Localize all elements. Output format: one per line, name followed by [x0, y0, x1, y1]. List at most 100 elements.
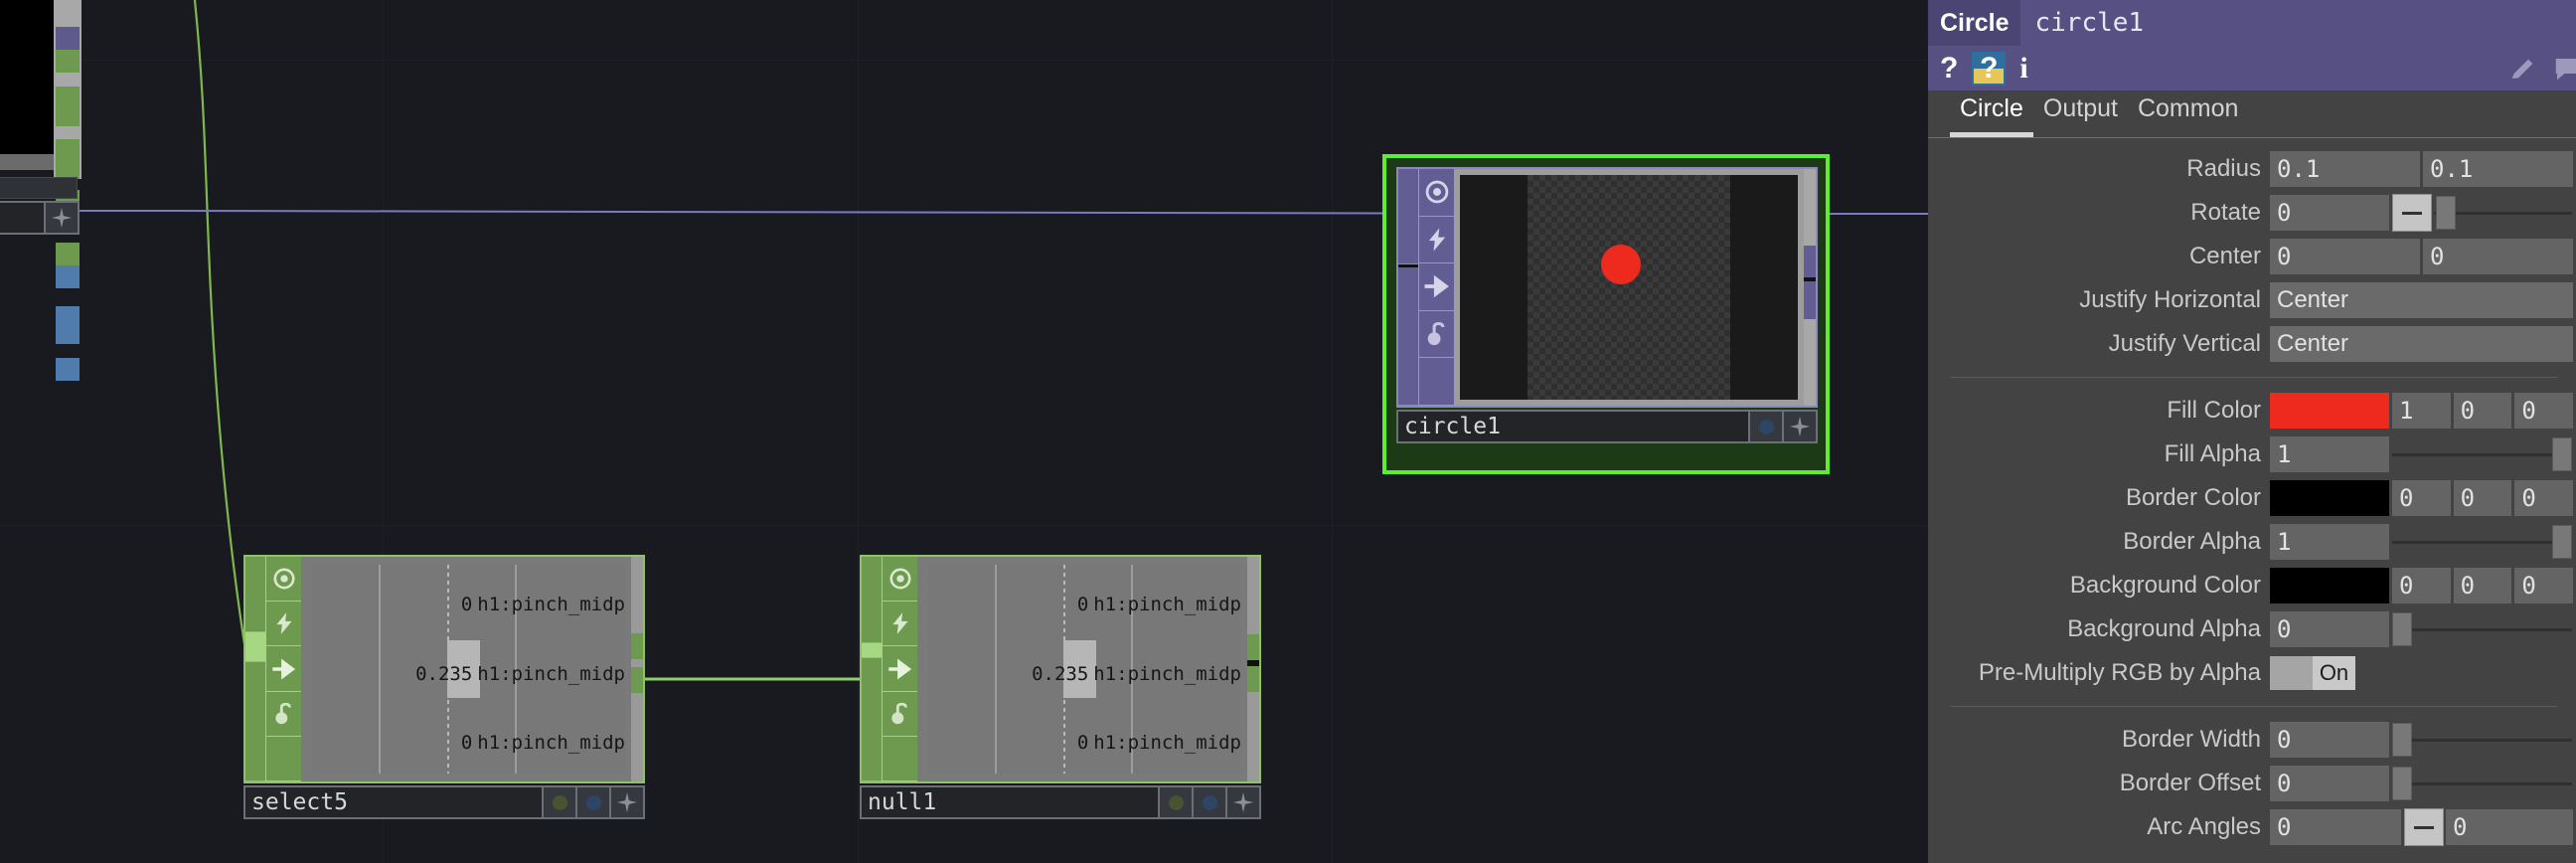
border-width-input[interactable]: 0	[2270, 722, 2389, 758]
arc-angles-bipolar-button[interactable]	[2404, 808, 2444, 846]
fill-color-swatch[interactable]	[2270, 393, 2389, 429]
node-clone-star-button[interactable]	[1227, 785, 1261, 819]
node-icon-blank[interactable]	[882, 736, 917, 782]
help-icon[interactable]: ?	[1940, 52, 1958, 86]
fill-color-g-input[interactable]: 0	[2453, 393, 2512, 429]
fill-color-r-input[interactable]: 1	[2392, 393, 2451, 429]
border-alpha-input[interactable]: 1	[2270, 524, 2389, 560]
node-circle1-flag-strip[interactable]	[1398, 169, 1418, 406]
render-icon[interactable]	[1418, 263, 1454, 311]
connector-chip[interactable]	[56, 139, 80, 179]
node-select5-footer[interactable]: select5	[243, 785, 645, 819]
background-color-swatch[interactable]	[2270, 568, 2389, 604]
node-null1-icon-strip[interactable]	[882, 557, 917, 782]
param-row-justify-vertical[interactable]: Justify Vertical Center	[1928, 323, 2576, 365]
background-color-b-input[interactable]: 0	[2514, 568, 2574, 604]
offscreen-node-footer[interactable]	[0, 201, 80, 235]
node-circle1-footer[interactable]: circle1	[1396, 410, 1818, 443]
node-icon-blank[interactable]	[1418, 358, 1454, 406]
arc-angles-end-input[interactable]: 0	[2446, 809, 2573, 845]
node-select5-preview[interactable]: 0 h1:pinch_midp 0.235 h1:pinch_midp 0 h1…	[301, 557, 631, 781]
node-null1-flag-strip[interactable]	[862, 557, 882, 781]
bypass-icon[interactable]	[265, 602, 301, 647]
pencil-icon[interactable]	[2508, 52, 2538, 86]
param-row-center[interactable]: Center 0 0	[1928, 236, 2576, 277]
viewer-icon[interactable]	[265, 557, 301, 603]
connector-chip[interactable]	[56, 86, 80, 126]
tab-circle[interactable]: Circle	[1950, 94, 2033, 137]
node-circle1-body[interactable]	[1396, 167, 1818, 408]
param-row-border-offset[interactable]: Border Offset 0	[1928, 763, 2576, 804]
node-viewer-dot-button[interactable]	[1194, 785, 1227, 819]
tab-output[interactable]: Output	[2033, 94, 2128, 137]
render-icon[interactable]	[882, 646, 917, 692]
border-color-g-input[interactable]: 0	[2453, 480, 2512, 516]
param-row-arc-angles[interactable]: Arc Angles 0 0	[1928, 806, 2576, 848]
center-x-input[interactable]: 0	[2270, 239, 2420, 274]
parameter-panel[interactable]: Circle circle1 ? ? i Circle Output Commo…	[1928, 0, 2576, 863]
offscreen-node-name[interactable]	[0, 201, 46, 235]
node-null1-footer[interactable]: null1	[860, 785, 1261, 819]
fill-color-b-input[interactable]: 0	[2514, 393, 2574, 429]
premultiply-toggle[interactable]: On	[2270, 656, 2355, 690]
param-row-background-color[interactable]: Background Color 0 0 0	[1928, 565, 2576, 606]
param-row-border-alpha[interactable]: Border Alpha 1	[1928, 521, 2576, 563]
border-offset-slider[interactable]	[2392, 766, 2572, 801]
node-select5-flag-strip[interactable]	[245, 557, 265, 782]
node-cook-dot-button[interactable]	[544, 785, 577, 819]
op-name-label[interactable]: circle1	[2020, 0, 2576, 46]
render-icon[interactable]	[265, 646, 301, 692]
param-row-rotate[interactable]: Rotate 0	[1928, 192, 2576, 234]
rotate-bipolar-button[interactable]	[2392, 194, 2432, 232]
param-row-background-alpha[interactable]: Background Alpha 0	[1928, 608, 2576, 650]
node-viewer-dot-button[interactable]	[577, 785, 611, 819]
node-icon-blank[interactable]	[265, 736, 301, 782]
node-viewer-dot-button[interactable]	[1750, 410, 1784, 443]
node-null1-output-strip[interactable]	[1247, 557, 1259, 781]
node-circle1-preview[interactable]	[1454, 169, 1804, 406]
help-context-icon[interactable]: ?	[1972, 51, 2007, 86]
param-row-radius[interactable]: Radius 0.1 0.1	[1928, 148, 2576, 190]
node-null1[interactable]: 0 h1:pinch_midp 0.235 h1:pinch_midp 0 h1…	[860, 555, 1261, 819]
radius-x-input[interactable]: 0.1	[2270, 151, 2420, 187]
param-row-justify-horizontal[interactable]: Justify Horizontal Center	[1928, 279, 2576, 321]
node-null1-preview[interactable]: 0 h1:pinch_midp 0.235 h1:pinch_midp 0 h1…	[917, 557, 1247, 781]
node-null1-name[interactable]: null1	[860, 785, 1160, 819]
param-row-border-width[interactable]: Border Width 0	[1928, 719, 2576, 761]
param-row-premultiply[interactable]: Pre-Multiply RGB by Alpha On	[1928, 652, 2576, 694]
node-select5[interactable]: 0 h1:pinch_midp 0.235 h1:pinch_midp 0 h1…	[243, 555, 645, 819]
border-width-slider[interactable]	[2392, 722, 2572, 758]
node-clone-star-button[interactable]	[1784, 410, 1818, 443]
param-row-border-color[interactable]: Border Color 0 0 0	[1928, 477, 2576, 519]
tab-common[interactable]: Common	[2128, 94, 2248, 137]
rotate-slider[interactable]	[2434, 195, 2572, 231]
radius-y-input[interactable]: 0.1	[2423, 151, 2573, 187]
premultiply-toggle-on[interactable]: On	[2313, 656, 2355, 690]
connector-chip[interactable]	[56, 243, 80, 265]
border-offset-input[interactable]: 0	[2270, 766, 2389, 801]
lock-icon[interactable]	[265, 691, 301, 737]
connector-chip[interactable]	[56, 50, 80, 73]
parameter-tabs[interactable]: Circle Output Common	[1928, 90, 2576, 138]
viewer-icon[interactable]	[882, 557, 917, 603]
justify-horizontal-menu[interactable]: Center	[2270, 282, 2573, 318]
rotate-input[interactable]: 0	[2270, 195, 2389, 231]
connector-chip[interactable]	[56, 265, 80, 288]
connector-chip[interactable]	[56, 27, 80, 50]
bypass-icon[interactable]	[1418, 216, 1454, 264]
node-select5-output-strip[interactable]	[631, 557, 643, 781]
param-row-fill-color[interactable]: Fill Color 1 0 0	[1928, 390, 2576, 432]
comment-icon[interactable]	[2552, 52, 2576, 86]
lock-icon[interactable]	[882, 691, 917, 737]
fill-alpha-input[interactable]: 1	[2270, 436, 2389, 472]
border-alpha-slider[interactable]	[2392, 524, 2572, 560]
node-clone-star-button[interactable]	[46, 201, 80, 235]
lock-icon[interactable]	[1418, 310, 1454, 359]
node-select5-body[interactable]: 0 h1:pinch_midp 0.235 h1:pinch_midp 0 h1…	[243, 555, 645, 783]
connector-chip[interactable]	[56, 358, 80, 381]
node-select5-name[interactable]: select5	[243, 785, 544, 819]
network-editor-canvas[interactable]: circle1 0 h1:pinch_midp 0.235 h1:pinch_m…	[0, 0, 1928, 863]
background-color-r-input[interactable]: 0	[2392, 568, 2451, 604]
node-clone-star-button[interactable]	[611, 785, 645, 819]
node-circle1-name[interactable]: circle1	[1396, 410, 1750, 443]
